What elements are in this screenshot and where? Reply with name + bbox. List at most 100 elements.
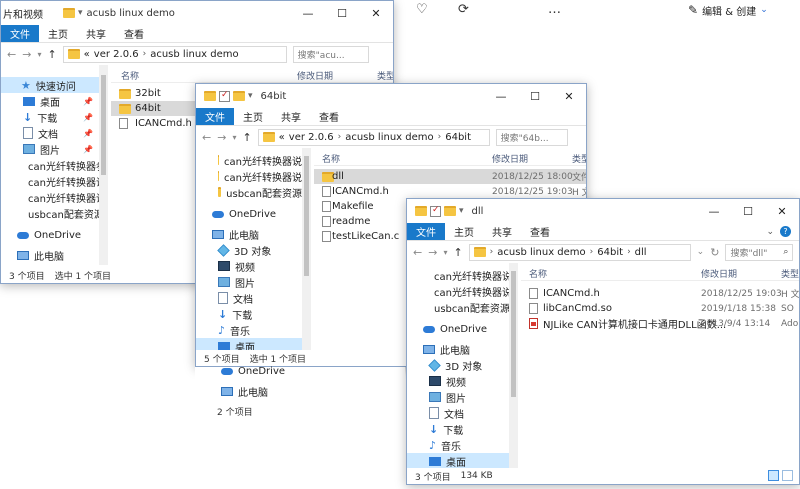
- new-folder-icon[interactable]: [233, 91, 245, 101]
- sidebar-item-pictures[interactable]: 图片 📌: [1, 141, 99, 157]
- tab-home[interactable]: 主页: [234, 108, 272, 125]
- tab-share[interactable]: 共享: [483, 223, 521, 240]
- nav-scrollbar[interactable]: [302, 148, 311, 352]
- path-segment[interactable]: acusb linux demo: [497, 247, 585, 258]
- path-segment[interactable]: ver 2.0.6: [289, 132, 334, 143]
- path-overflow[interactable]: «: [84, 49, 90, 60]
- column-name[interactable]: 名称: [322, 152, 340, 165]
- sidebar-item-pictures[interactable]: 图片: [196, 274, 302, 290]
- ribbon-expand-icon[interactable]: ⌄: [766, 227, 774, 237]
- sidebar-item-folder[interactable]: can光纤转换器说: [407, 283, 509, 299]
- sidebar-item-folder[interactable]: usbcan配套资源: [196, 184, 302, 200]
- scrollbar-thumb[interactable]: [304, 156, 309, 276]
- tab-file[interactable]: 文件: [196, 108, 234, 125]
- column-type[interactable]: 类型: [572, 152, 586, 165]
- forward-arrow-icon[interactable]: →: [217, 131, 226, 144]
- sidebar-item-downloads[interactable]: ↓ 下载: [196, 306, 302, 322]
- path-chevron-icon[interactable]: ›: [143, 49, 147, 59]
- sidebar-item-videos[interactable]: 视频: [407, 373, 509, 389]
- sidebar-item-this-pc[interactable]: 此电脑: [1, 247, 99, 263]
- forward-arrow-icon[interactable]: →: [428, 246, 437, 259]
- tab-file[interactable]: 文件: [407, 223, 445, 240]
- column-date[interactable]: 修改日期: [297, 69, 333, 82]
- help-icon[interactable]: ?: [780, 226, 791, 237]
- column-name[interactable]: 名称: [121, 69, 139, 82]
- sidebar-item-this-pc[interactable]: 此电脑: [407, 341, 509, 357]
- large-icons-view-icon[interactable]: [782, 470, 793, 481]
- tab-file[interactable]: 文件: [1, 25, 39, 42]
- sidebar-item-desktop[interactable]: 桌面: [407, 453, 509, 469]
- path-chevron-icon[interactable]: ›: [490, 247, 494, 257]
- sidebar-item-folder[interactable]: can光纤转换器说: [196, 152, 302, 168]
- minimize-button[interactable]: —: [697, 199, 731, 223]
- title-bar[interactable]: ▾ 64bit — ☐ ✕: [196, 84, 586, 108]
- nav-scrollbar[interactable]: [509, 263, 518, 470]
- sidebar-item-documents[interactable]: 文档: [407, 405, 509, 421]
- path-segment[interactable]: ver 2.0.6: [94, 49, 139, 60]
- search-box[interactable]: 搜索"64b...: [495, 128, 568, 146]
- tab-home[interactable]: 主页: [39, 25, 77, 42]
- sidebar-item-folder[interactable]: can光纤转换器参: [1, 157, 99, 173]
- sidebar-item-documents[interactable]: 文档 📌: [1, 125, 99, 141]
- heart-icon[interactable]: ♡: [416, 2, 428, 17]
- tab-share[interactable]: 共享: [77, 25, 115, 42]
- sidebar-item-music[interactable]: ♪ 音乐: [407, 437, 509, 453]
- new-folder-icon[interactable]: [444, 206, 456, 216]
- sidebar-item-pictures[interactable]: 图片: [407, 389, 509, 405]
- sidebar-item-documents[interactable]: 文档: [196, 290, 302, 306]
- address-bar[interactable]: › acusb linux demo › 64bit › dll: [468, 243, 691, 261]
- path-segment[interactable]: 64bit: [597, 247, 623, 258]
- sidebar-item-videos[interactable]: 视频: [196, 258, 302, 274]
- quick-toolbar-chevron-icon[interactable]: ▾: [78, 8, 83, 18]
- up-arrow-icon[interactable]: ↑: [47, 48, 56, 61]
- sidebar-item-this-pc[interactable]: 此电脑: [195, 383, 405, 399]
- path-chevron-icon[interactable]: ›: [338, 132, 342, 142]
- rotate-icon[interactable]: ⟳: [458, 2, 469, 17]
- close-button[interactable]: ✕: [359, 1, 393, 25]
- sidebar-item-folder[interactable]: can光纤转换器说: [1, 189, 99, 205]
- up-arrow-icon[interactable]: ↑: [242, 131, 251, 144]
- column-date[interactable]: 修改日期: [492, 152, 528, 165]
- title-bar[interactable]: ▾ dll — ☐ ✕: [407, 199, 799, 223]
- recent-chevron-icon[interactable]: ▾: [443, 248, 447, 257]
- recent-chevron-icon[interactable]: ▾: [232, 133, 236, 142]
- sidebar-item-downloads[interactable]: ↓ 下载: [407, 421, 509, 437]
- path-chevron-icon[interactable]: ›: [590, 247, 594, 257]
- sidebar-item-folder[interactable]: usbcan配套资源: [407, 299, 509, 315]
- back-arrow-icon[interactable]: ←: [413, 246, 422, 259]
- path-chevron-icon[interactable]: ›: [438, 132, 442, 142]
- more-icon[interactable]: …: [548, 2, 561, 17]
- path-dropdown-icon[interactable]: ⌄: [697, 247, 705, 257]
- sidebar-item-this-pc[interactable]: 此电脑: [196, 226, 302, 242]
- close-button[interactable]: ✕: [552, 84, 586, 108]
- sidebar-item-music[interactable]: ♪ 音乐: [196, 322, 302, 338]
- sidebar-item-onedrive[interactable]: OneDrive: [196, 206, 302, 222]
- address-bar[interactable]: « ver 2.0.6 › acusb linux demo: [62, 45, 287, 63]
- path-overflow[interactable]: «: [279, 132, 285, 143]
- path-segment[interactable]: acusb linux demo: [345, 132, 433, 143]
- recent-chevron-icon[interactable]: ▾: [37, 50, 41, 59]
- file-row[interactable]: ICANCmd.h 2018/12/25 19:03 H 文: [314, 184, 586, 199]
- column-name[interactable]: 名称: [529, 267, 547, 280]
- sidebar-item-quick-access[interactable]: ★ 快速访问: [1, 77, 99, 93]
- explorer-window-dll[interactable]: ▾ dll — ☐ ✕ 文件 主页 共享 查看 ⌄ ? ← → ▾ ↑ › ac…: [406, 198, 800, 485]
- column-type[interactable]: 类型: [781, 267, 799, 280]
- column-date[interactable]: 修改日期: [701, 267, 737, 280]
- title-bar[interactable]: 片和视频 ▾ acusb linux demo — ☐ ✕: [1, 1, 393, 25]
- search-box[interactable]: 搜索"dll" ⌕: [725, 243, 794, 261]
- sidebar-item-desktop[interactable]: 桌面 📌: [1, 93, 99, 109]
- minimize-button[interactable]: —: [291, 1, 325, 25]
- sidebar-item-folder[interactable]: can光纤转换器说: [196, 168, 302, 184]
- scrollbar-thumb[interactable]: [101, 75, 106, 175]
- tab-view[interactable]: 查看: [115, 25, 153, 42]
- tab-home[interactable]: 主页: [445, 223, 483, 240]
- sidebar-item-folder[interactable]: can光纤转换器说: [407, 267, 509, 283]
- details-view-icon[interactable]: [768, 470, 779, 481]
- quick-toolbar-chevron-icon[interactable]: ▾: [248, 91, 253, 101]
- path-chevron-icon[interactable]: ›: [627, 247, 631, 257]
- sidebar-item-downloads[interactable]: ↓ 下载 📌: [1, 109, 99, 125]
- search-box[interactable]: 搜索"acu...: [292, 45, 369, 63]
- path-segment[interactable]: 64bit: [445, 132, 471, 143]
- file-row[interactable]: ICANCmd.h 2018/12/25 19:03 H 文: [521, 286, 799, 301]
- up-arrow-icon[interactable]: ↑: [453, 246, 462, 259]
